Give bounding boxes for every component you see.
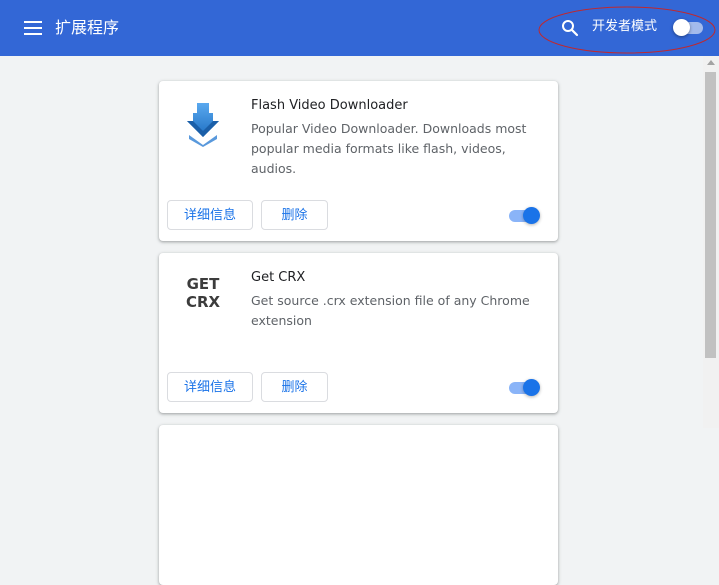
developer-mode-label: 开发者模式 (592, 19, 658, 34)
extension-enable-toggle[interactable] (509, 379, 541, 397)
extension-card-get-crx: GET CRX Get CRX Get source .crx extensio… (159, 253, 558, 413)
download-arrow-icon (179, 99, 227, 147)
details-button[interactable]: 详细信息 (167, 200, 253, 230)
extension-name: Get CRX (251, 270, 306, 285)
extension-card-partial (159, 425, 558, 585)
extension-enable-toggle[interactable] (509, 207, 541, 225)
logo-text-line-1: GET (186, 275, 220, 293)
get-crx-logo: GET CRX (177, 275, 229, 311)
extension-name: Flash Video Downloader (251, 98, 408, 113)
remove-button[interactable]: 删除 (261, 372, 328, 402)
hamburger-menu-icon[interactable] (24, 20, 42, 36)
toggle-knob (523, 379, 540, 396)
extension-description: Popular Video Downloader. Downloads most… (251, 121, 527, 176)
logo-text-line-2: CRX (185, 293, 221, 311)
extension-description: Get source .crx extension file of any Ch… (251, 293, 530, 328)
remove-button[interactable]: 删除 (261, 200, 328, 230)
extension-card-flash-video-downloader: Flash Video Downloader Popular Video Dow… (159, 81, 558, 241)
scrollbar-thumb[interactable] (705, 72, 716, 358)
scroll-up-arrow-icon[interactable] (707, 60, 715, 65)
toggle-knob (673, 19, 690, 36)
search-icon[interactable] (561, 19, 579, 37)
toggle-knob (523, 207, 540, 224)
details-button[interactable]: 详细信息 (167, 372, 253, 402)
developer-mode-toggle[interactable] (673, 19, 703, 36)
page-title: 扩展程序 (55, 18, 120, 37)
toolbar: 扩展程序 开发者模式 (0, 0, 719, 56)
